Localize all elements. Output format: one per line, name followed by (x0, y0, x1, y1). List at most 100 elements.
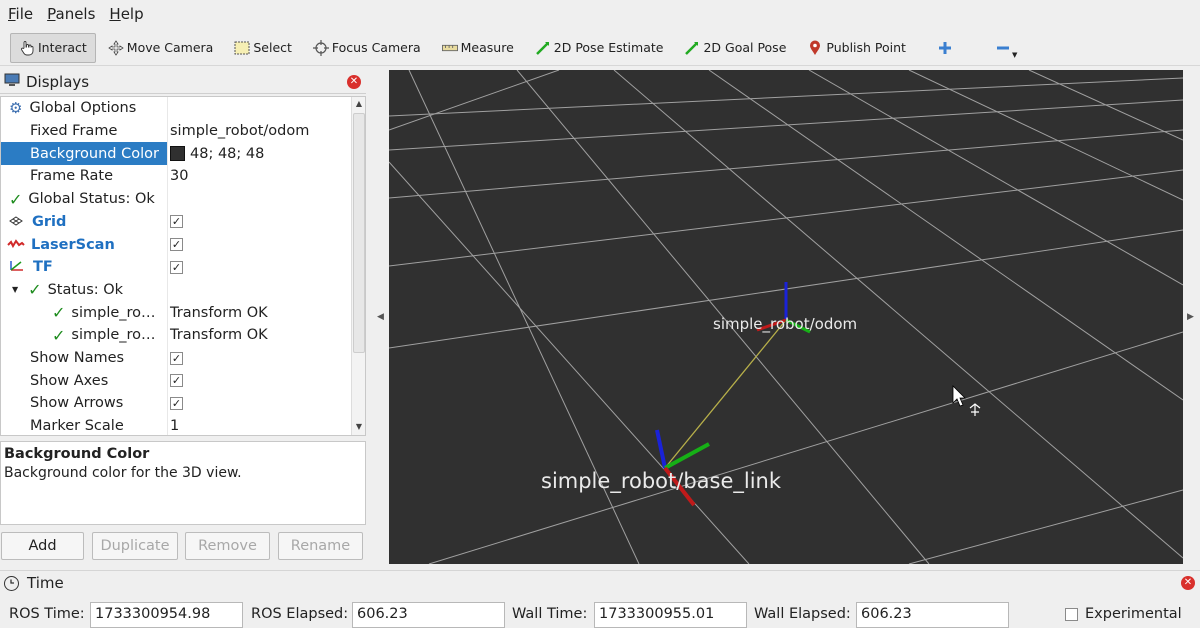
frame-rate-label: Frame Rate (30, 168, 114, 185)
collapse-right-arrow-icon[interactable]: ▶ (1187, 312, 1194, 322)
wall-time-field[interactable]: 1733300955.01 (594, 602, 747, 628)
scrollbar-thumb[interactable] (353, 113, 365, 353)
show-names-label: Show Names (30, 350, 125, 367)
marker-scale-label: Marker Scale (30, 418, 124, 435)
fixed-frame-label: Fixed Frame (30, 123, 118, 140)
ros-elapsed-label: ROS Elapsed: (251, 606, 349, 622)
wall-elapsed-label: Wall Elapsed: (754, 606, 851, 622)
menu-panels[interactable]: Panels (47, 5, 95, 23)
background-color-value[interactable]: 48; 48; 48 (190, 146, 264, 162)
scroll-up-arrow-icon[interactable]: ▲ (352, 97, 365, 111)
experimental-checkbox[interactable] (1065, 608, 1078, 621)
tree-row-laserscan[interactable]: LaserScan ✓ (1, 233, 351, 256)
checkmark-icon: ✓ (9, 189, 23, 209)
show-axes-label: Show Axes (30, 372, 109, 389)
frame-status-value: Transform OK (170, 304, 268, 321)
add-tool-button[interactable] (928, 33, 965, 63)
frame-name-label: simple_ro… (71, 304, 156, 321)
displays-tree: ⚙ Global Options Fixed Frame simple_robo… (0, 96, 366, 436)
focus-camera-tool-button[interactable]: Focus Camera (304, 33, 430, 63)
tree-row-show-arrows[interactable]: Show Arrows ✓ (1, 392, 351, 415)
tree-row-global-options[interactable]: ⚙ Global Options (1, 97, 351, 120)
ros-time-label: ROS Time: (9, 606, 85, 622)
tree-row-frame-status[interactable]: ✓ simple_ro… Transform OK (1, 301, 351, 324)
green-arrow-icon (535, 40, 551, 56)
menu-help[interactable]: Help (109, 5, 143, 23)
tree-row-frame-rate[interactable]: Frame Rate 30 (1, 165, 351, 188)
checkmark-icon: ✓ (52, 303, 66, 323)
select-tool-button[interactable]: Select (225, 33, 301, 63)
tf-link-line (664, 319, 787, 469)
menu-file[interactable]: File (8, 5, 33, 23)
laserscan-label: LaserScan (31, 236, 115, 253)
3d-render-view[interactable]: simple_robot/odom simple_robot/base_link (389, 70, 1183, 564)
move-camera-tool-button[interactable]: Move Camera (99, 33, 223, 63)
select-box-icon (234, 40, 250, 56)
menu-bar: File Panels Help (0, 0, 1200, 28)
base-link-frame-label: simple_robot/base_link (541, 469, 782, 494)
remove-button[interactable]: Remove (185, 532, 270, 560)
tree-row-marker-scale[interactable]: Marker Scale 1 (1, 415, 351, 435)
marker-scale-value[interactable]: 1 (170, 418, 179, 434)
ros-elapsed-field[interactable]: 606.23 (352, 602, 505, 628)
green-arrow-icon (684, 40, 700, 56)
add-button[interactable]: Add (1, 532, 84, 560)
odom-frame-label: simple_robot/odom (713, 315, 857, 334)
global-options-label: Global Options (29, 100, 137, 117)
tree-scrollbar[interactable]: ▲ ▼ (351, 97, 365, 435)
publish-point-button[interactable]: Publish Point (798, 33, 915, 63)
checkmark-icon: ✓ (52, 325, 66, 345)
frame-name-label: simple_ro… (71, 327, 156, 344)
show-axes-checkbox[interactable]: ✓ (170, 374, 183, 388)
tree-row-show-names[interactable]: Show Names ✓ (1, 347, 351, 370)
tree-row-frame-status[interactable]: ✓ simple_ro… Transform OK (1, 324, 351, 347)
tree-row-tf-status[interactable]: ▼ ✓ Status: Ok (1, 279, 351, 302)
tree-row-show-axes[interactable]: Show Axes ✓ (1, 369, 351, 392)
measure-tool-button[interactable]: Measure (433, 33, 523, 63)
show-arrows-label: Show Arrows (30, 395, 124, 412)
experimental-label: Experimental (1085, 606, 1182, 622)
interact-tool-button[interactable]: Interact (10, 32, 96, 63)
grid-label: Grid (32, 213, 67, 230)
clock-icon (4, 575, 19, 591)
show-names-checkbox[interactable]: ✓ (170, 351, 183, 365)
duplicate-button[interactable]: Duplicate (92, 532, 178, 560)
laserscan-enabled-checkbox[interactable]: ✓ (170, 238, 183, 252)
wall-elapsed-field[interactable]: 606.23 (856, 602, 1009, 628)
tf-enabled-checkbox[interactable]: ✓ (170, 260, 183, 274)
expand-arrow-icon[interactable]: ▼ (12, 285, 18, 294)
tree-row-tf[interactable]: TF ✓ (1, 256, 351, 279)
hand-pointer-icon (19, 40, 35, 56)
status-ok-label: Status: Ok (47, 281, 124, 298)
2d-goal-pose-button[interactable]: 2D Goal Pose (675, 33, 795, 63)
displays-button-row: Add Duplicate Remove Rename (0, 532, 366, 562)
checkmark-icon: ✓ (28, 280, 42, 300)
tf-axes-icon (9, 258, 25, 276)
remove-tool-button[interactable]: ▼ (986, 33, 1026, 63)
rename-button[interactable]: Rename (278, 532, 363, 560)
tree-row-global-status[interactable]: ✓ Global Status: Ok (1, 188, 351, 211)
property-description: Background Color Background color for th… (0, 441, 366, 525)
grid-enabled-checkbox[interactable]: ✓ (170, 215, 183, 229)
ros-time-field[interactable]: 1733300954.98 (90, 602, 243, 628)
background-color-label: Background Color (30, 145, 159, 162)
close-icon[interactable]: ✕ (347, 75, 361, 89)
tree-row-fixed-frame[interactable]: Fixed Frame simple_robot/odom (1, 120, 351, 143)
scroll-down-arrow-icon[interactable]: ▼ (352, 420, 365, 434)
tf-label: TF (33, 259, 53, 276)
time-panel: Time ✕ ROS Time: 1733300954.98 ROS Elaps… (0, 570, 1200, 628)
displays-title: Displays (26, 72, 90, 91)
2d-pose-estimate-button[interactable]: 2D Pose Estimate (526, 33, 673, 63)
close-icon[interactable]: ✕ (1181, 576, 1195, 590)
tree-row-grid[interactable]: Grid ✓ (1, 211, 351, 234)
collapse-left-arrow-icon[interactable]: ◀ (377, 312, 384, 322)
tree-row-background-color[interactable]: Background Color 48; 48; 48 (1, 142, 351, 166)
description-text: Background color for the 3D view. (4, 465, 242, 481)
plus-icon (937, 40, 953, 56)
time-panel-header: Time ✕ (0, 571, 1200, 595)
color-swatch[interactable] (170, 146, 185, 162)
frame-rate-value[interactable]: 30 (170, 168, 188, 184)
show-arrows-checkbox[interactable]: ✓ (170, 396, 183, 410)
base-link-frame-axes (655, 429, 710, 507)
fixed-frame-value[interactable]: simple_robot/odom (170, 123, 309, 139)
